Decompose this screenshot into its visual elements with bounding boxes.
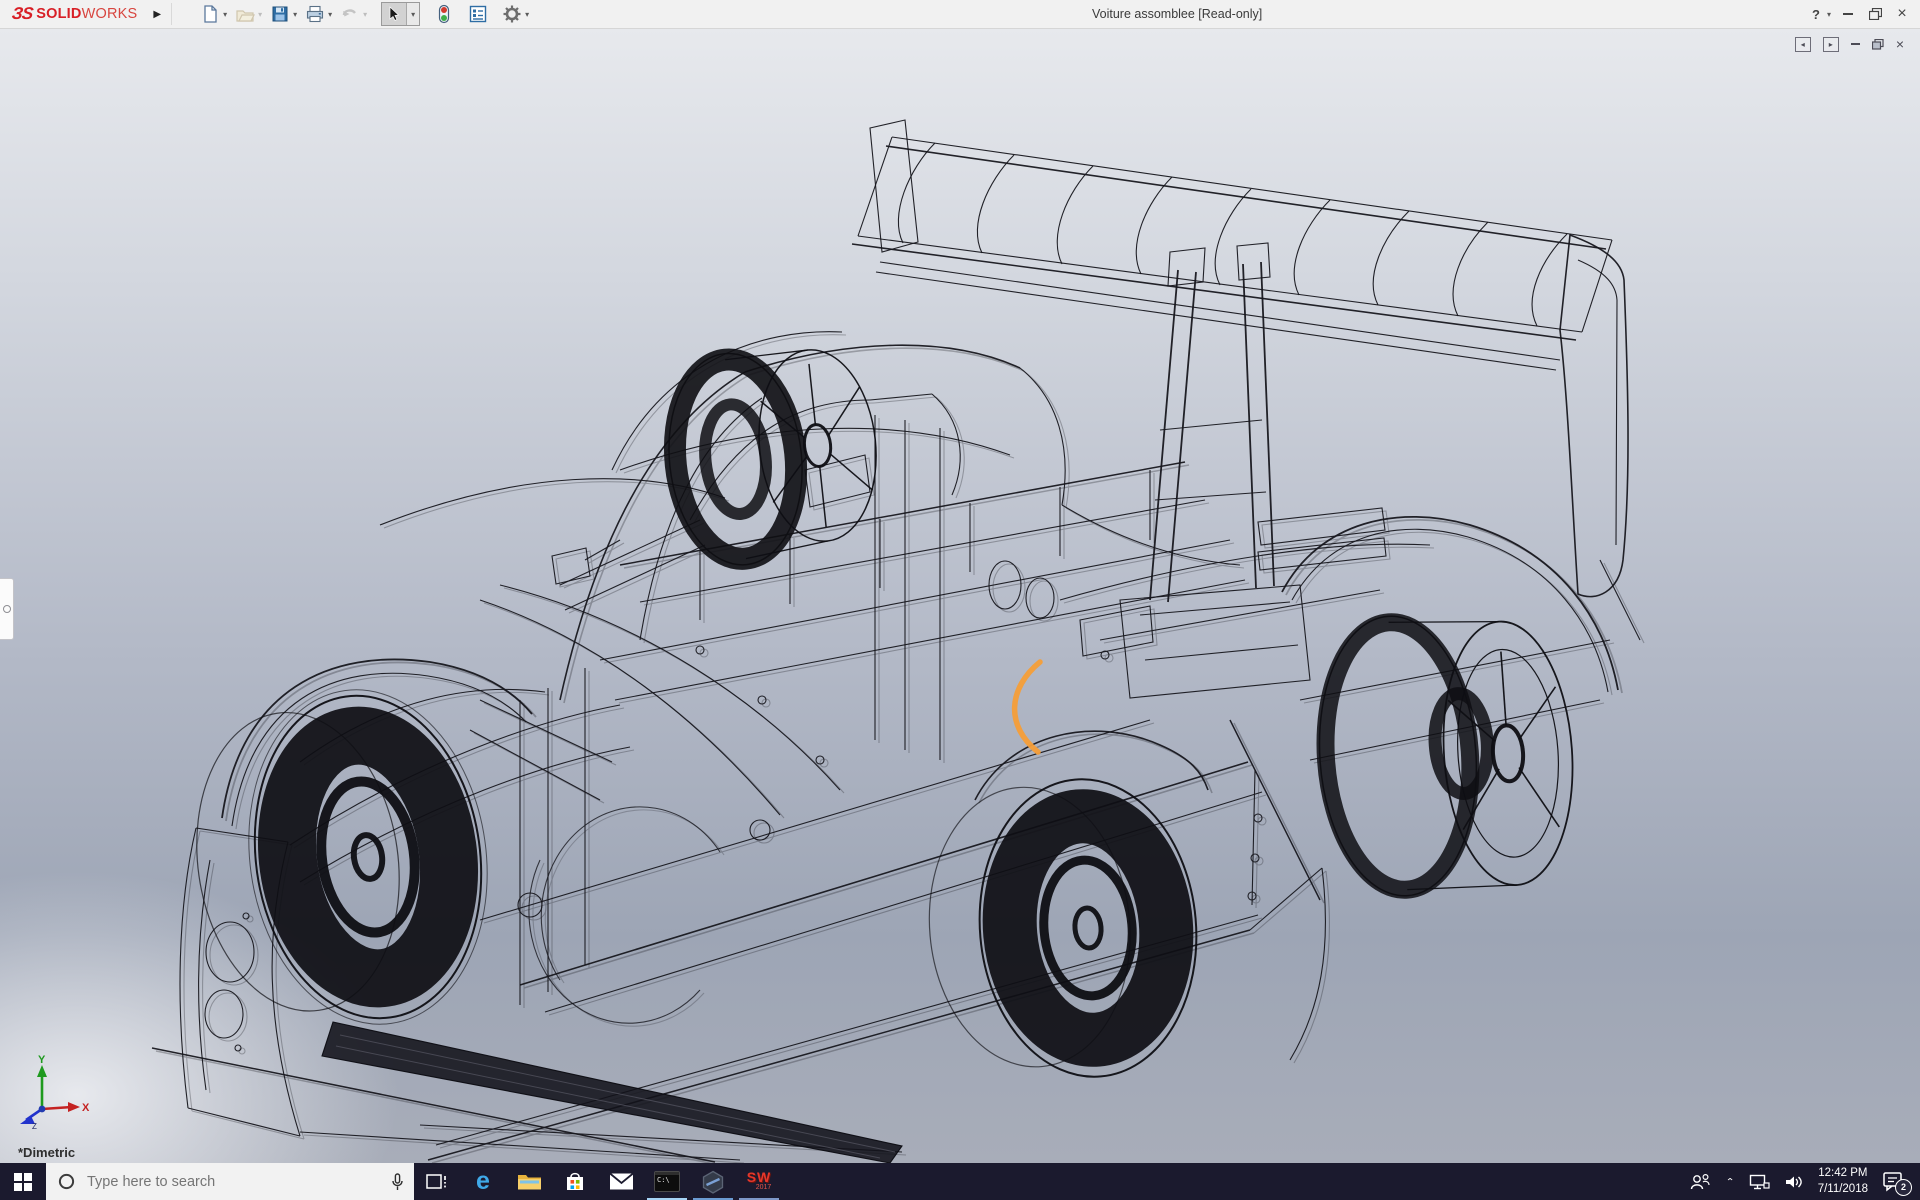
close-button[interactable]: × (1892, 2, 1912, 26)
tray-date: 7/11/2018 (1818, 1183, 1868, 1195)
toolbar-separator (171, 3, 172, 25)
triad-x-label: X (82, 1102, 90, 1114)
view-orientation-label: *Dimetric (18, 1145, 75, 1160)
doc-restore-icon (1872, 39, 1884, 50)
save-button[interactable]: ▾ (268, 2, 299, 26)
print-button[interactable]: ▾ (303, 2, 334, 26)
people-icon[interactable] (1689, 1173, 1711, 1191)
microsoft-store-icon (564, 1170, 586, 1193)
action-center-button[interactable]: 2 (1882, 1170, 1908, 1194)
settings-button[interactable]: ▾ (500, 2, 531, 26)
print-icon (305, 4, 325, 24)
triad-z-label: Z (32, 1122, 37, 1129)
restore-icon (1869, 8, 1882, 20)
undo-icon (340, 4, 360, 24)
task-view-icon (425, 1171, 449, 1193)
new-document-button[interactable]: ▾ (198, 2, 229, 26)
file-explorer-icon (517, 1171, 542, 1192)
options-list-button[interactable] (466, 2, 490, 26)
wireframe-car-model[interactable] (0, 28, 1920, 1163)
windows-logo-icon (14, 1173, 32, 1191)
save-caret[interactable]: ▾ (293, 10, 297, 19)
restore-button[interactable] (1865, 2, 1885, 26)
start-button[interactable] (0, 1163, 46, 1200)
volume-icon[interactable] (1784, 1174, 1804, 1190)
hex-app-icon (701, 1170, 725, 1194)
undo-caret: ▾ (363, 10, 367, 19)
taskbar-icon-solidworks[interactable]: SW 2017 (736, 1163, 782, 1200)
tab-dot-icon (3, 605, 11, 613)
taskbar-icon-edge[interactable]: e (460, 1163, 506, 1200)
tray-expand-chevron-icon[interactable]: ⌃ (1725, 1176, 1734, 1186)
doc-restore-button[interactable] (1872, 39, 1884, 50)
doc-minimize-button[interactable] (1851, 43, 1860, 45)
select-tool-group[interactable]: ▾ (381, 2, 420, 26)
search-input[interactable] (85, 1173, 391, 1191)
document-window-controls: ◂ ▸ × (1795, 36, 1904, 52)
solidworks-sw-text: SW (747, 1169, 772, 1185)
brand-name-light: WORKS (82, 6, 138, 22)
mail-icon (609, 1172, 634, 1191)
command-prompt-icon: C:\ (654, 1171, 680, 1192)
taskbar-icon-command-prompt[interactable]: C:\ (644, 1163, 690, 1200)
options-list-icon (468, 4, 488, 24)
next-pane-icon[interactable]: ▸ (1823, 37, 1839, 52)
doc-close-button[interactable]: × (1896, 36, 1904, 52)
system-tray: ⌃ 12:42 PM 7/11/2018 (1689, 1163, 1920, 1200)
new-document-icon (200, 4, 220, 24)
solidworks-year-text: 2017 (747, 1185, 772, 1191)
open-caret: ▾ (258, 10, 262, 19)
taskbar-icon-hex-app[interactable] (690, 1163, 736, 1200)
taskbar-icon-store[interactable] (552, 1163, 598, 1200)
open-button[interactable]: ▾ (233, 2, 264, 26)
tray-clock[interactable]: 12:42 PM 7/11/2018 (1818, 1166, 1868, 1197)
help-caret[interactable]: ▾ (1827, 10, 1831, 19)
rear-wing[interactable] (852, 120, 1628, 698)
solidworks-logo-glyph: ЗS (11, 4, 34, 24)
menu-expand-icon[interactable]: ▶ (153, 9, 161, 20)
feature-manager-collapsed-tab[interactable] (0, 578, 14, 640)
select-tool-caret[interactable]: ▾ (407, 3, 419, 25)
taskbar-icon-mail[interactable] (598, 1163, 644, 1200)
print-caret[interactable]: ▾ (328, 10, 332, 19)
wheel-front-far[interactable] (659, 339, 887, 571)
solidworks-logo: ЗS SOLIDWORKS (0, 0, 145, 28)
wheel-rear-far[interactable] (1310, 604, 1581, 901)
triad-y-label: Y (38, 1054, 46, 1066)
taskbar: e C:\ (0, 1163, 1920, 1200)
microphone-icon[interactable] (391, 1173, 404, 1191)
command-prompt-text: C:\ (657, 1176, 670, 1184)
edge-icon: e (476, 1169, 490, 1194)
rebuild-traffic-light-icon (436, 4, 452, 24)
settings-caret[interactable]: ▾ (525, 10, 529, 19)
graphics-viewport[interactable]: ◂ ▸ × Y X Z *Dimetric (0, 28, 1920, 1163)
orientation-triad: Y X Z (10, 1051, 94, 1129)
minimize-button[interactable] (1838, 2, 1858, 26)
tray-time: 12:42 PM (1818, 1167, 1867, 1179)
prev-pane-icon[interactable]: ◂ (1795, 37, 1811, 52)
task-view-button[interactable] (414, 1163, 460, 1200)
new-document-caret[interactable]: ▾ (223, 10, 227, 19)
cortana-circle-icon (58, 1173, 75, 1190)
taskbar-search[interactable] (46, 1163, 414, 1200)
rebuild-button[interactable] (434, 2, 454, 26)
window-controls: ? ▾ × (1809, 0, 1912, 28)
help-button[interactable]: ? (1809, 2, 1823, 26)
network-icon[interactable] (1749, 1174, 1770, 1190)
window-title: Voiture assomblee [Read-only] (1092, 7, 1262, 21)
save-icon (270, 4, 290, 24)
open-icon (235, 4, 255, 24)
wheel-front-left[interactable] (176, 674, 508, 1047)
undo-button: ▾ (338, 2, 369, 26)
settings-gear-icon (502, 4, 522, 24)
solidworks-2017-icon: SW 2017 (747, 1172, 772, 1190)
select-cursor-icon[interactable] (382, 3, 407, 25)
selected-edge-highlight[interactable] (1015, 662, 1040, 752)
notification-badge: 2 (1895, 1179, 1912, 1196)
brand-name-bold: SOLID (36, 6, 81, 22)
wheel-rear-near[interactable] (918, 770, 1209, 1090)
titlebar: ЗS SOLIDWORKS ▶ ▾ ▾ ▾ ▾ (0, 0, 1920, 29)
taskbar-icon-file-explorer[interactable] (506, 1163, 552, 1200)
